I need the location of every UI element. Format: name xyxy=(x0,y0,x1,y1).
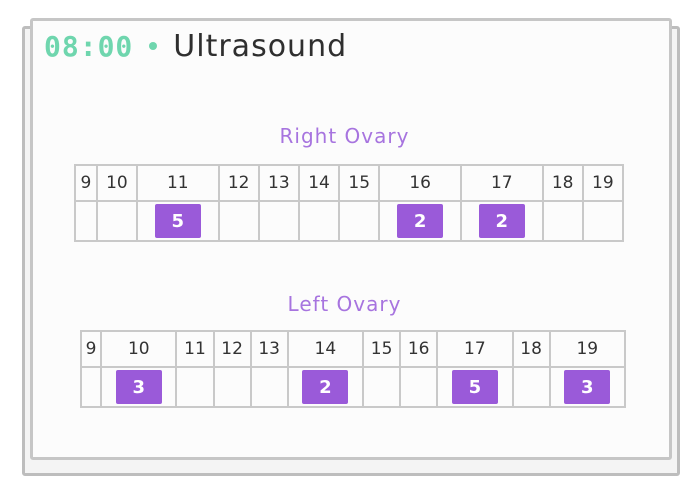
count-cell xyxy=(511,366,551,408)
day-cell: 17 xyxy=(459,164,544,202)
count-row: 5 22 xyxy=(74,200,625,242)
follicle-count-badge: 5 xyxy=(451,370,498,404)
day-cell: 10 xyxy=(95,164,138,202)
right-ovary-title: Right Ovary xyxy=(279,124,410,148)
separator-dot xyxy=(149,42,158,50)
day-cell: 19 xyxy=(581,164,625,202)
header: 08:00 Ultrasound xyxy=(44,26,347,66)
count-cell xyxy=(362,366,402,408)
count-cell xyxy=(399,366,439,408)
follicle-count-badge: 2 xyxy=(397,204,444,238)
day-cell: 15 xyxy=(362,330,402,368)
count-cell xyxy=(217,200,260,242)
day-cell: 18 xyxy=(511,330,551,368)
day-cell: 16 xyxy=(378,164,462,202)
left-ovary-title: Left Ovary xyxy=(287,292,402,316)
day-row: 9 10 11 12 13 14 15 16 17 18 19 xyxy=(74,164,625,202)
count-cell xyxy=(74,200,98,242)
day-cell: 9 xyxy=(79,330,103,368)
count-cell: 2 xyxy=(459,200,544,242)
day-cell: 12 xyxy=(212,330,252,368)
count-cell xyxy=(95,200,138,242)
day-cell: 9 xyxy=(74,164,98,202)
day-cell: 16 xyxy=(399,330,439,368)
day-cell: 11 xyxy=(135,164,220,202)
count-cell xyxy=(257,200,300,242)
day-cell: 17 xyxy=(436,330,514,368)
day-cell: 15 xyxy=(338,164,381,202)
count-cell xyxy=(249,366,289,408)
count-cell xyxy=(338,200,381,242)
count-cell xyxy=(581,200,625,242)
follicle-count-badge: 5 xyxy=(154,204,201,238)
day-row: 9 10 11 12 13 14 15 16 17 18 19 xyxy=(79,330,627,368)
day-cell: 13 xyxy=(249,330,289,368)
day-cell: 14 xyxy=(297,164,341,202)
left-ovary-grid: 9 10 11 12 13 14 15 16 17 18 19 3 2 5 3 xyxy=(79,330,627,408)
count-cell xyxy=(297,200,341,242)
day-cell: 14 xyxy=(286,330,365,368)
right-ovary-grid: 9 10 11 12 13 14 15 16 17 18 19 5 22 xyxy=(74,164,625,242)
appointment-time: 08:00 xyxy=(44,29,134,63)
count-row: 3 2 5 3 xyxy=(79,366,627,408)
day-cell: 10 xyxy=(100,330,178,368)
follicle-count-badge: 2 xyxy=(302,370,349,404)
follicle-count-badge: 3 xyxy=(564,370,611,404)
day-cell: 12 xyxy=(217,164,260,202)
follicle-count-badge: 3 xyxy=(115,370,162,404)
count-cell: 5 xyxy=(135,200,220,242)
count-cell: 5 xyxy=(436,366,514,408)
day-cell: 18 xyxy=(541,164,584,202)
count-cell: 3 xyxy=(548,366,627,408)
day-cell: 19 xyxy=(548,330,627,368)
day-cell: 13 xyxy=(257,164,300,202)
page-title: Ultrasound xyxy=(173,28,348,64)
count-cell xyxy=(212,366,252,408)
count-cell xyxy=(79,366,103,408)
count-cell: 2 xyxy=(286,366,365,408)
day-cell: 11 xyxy=(175,330,215,368)
follicle-count-badge: 2 xyxy=(478,204,525,238)
count-cell: 2 xyxy=(378,200,462,242)
count-cell: 3 xyxy=(100,366,178,408)
count-cell xyxy=(175,366,215,408)
count-cell xyxy=(541,200,584,242)
